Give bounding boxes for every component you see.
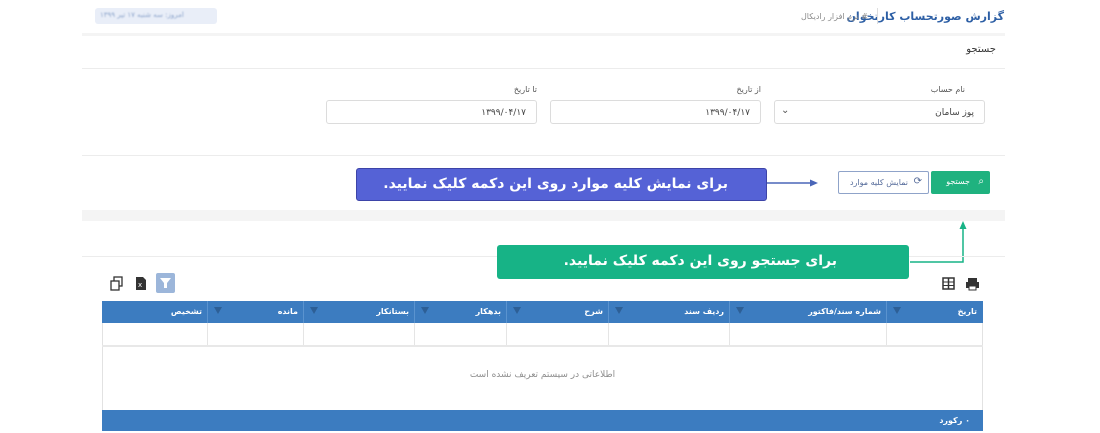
column-header[interactable]: بدهکار [414, 301, 507, 323]
copy-icon[interactable] [108, 275, 125, 292]
column-header-label: شرح [584, 307, 603, 316]
column-header[interactable]: تشخیص [102, 301, 208, 323]
column-divider [303, 323, 304, 345]
column-divider [414, 323, 415, 345]
sort-icon [893, 307, 901, 314]
columns-icon[interactable] [940, 275, 957, 292]
excel-icon[interactable]: x [132, 275, 149, 292]
column-header-label: مانده [277, 307, 298, 316]
sort-icon [513, 307, 521, 314]
search-tooltip: برای جستجو روی این دکمه کلیک نمایید. [497, 245, 909, 279]
sort-icon [736, 307, 744, 314]
column-divider [886, 323, 887, 345]
grid-body [102, 323, 983, 410]
filter-row-divider [102, 345, 983, 347]
column-header[interactable]: بستانکار [303, 301, 415, 323]
print-icon[interactable] [964, 275, 981, 292]
column-header[interactable]: شرح [506, 301, 609, 323]
column-divider [506, 323, 507, 345]
column-header-label: ردیف سند [684, 307, 724, 316]
section-band [82, 210, 1005, 221]
column-header[interactable]: مانده [207, 301, 304, 323]
column-header-label: تاریخ [957, 307, 977, 316]
sort-icon [214, 307, 222, 314]
column-header[interactable]: شماره سند/فاکتور [729, 301, 887, 323]
svg-text:x: x [138, 281, 142, 289]
column-header[interactable]: ردیف سند [608, 301, 730, 323]
sort-icon [421, 307, 429, 314]
column-header-label: بستانکار [376, 307, 409, 316]
filter-icon[interactable] [156, 273, 175, 293]
grid-header: تاریخ شماره سند/فاکتور ردیف سند شرح بدهک… [102, 301, 983, 323]
sort-icon [615, 307, 623, 314]
column-header-label: تشخیص [170, 307, 202, 316]
grid-empty-message: اطلاعاتی در سیستم تعریف نشده است [469, 370, 616, 380]
column-divider [207, 323, 208, 345]
search-tooltip-text: برای جستجو روی این دکمه کلیک نمایید. [563, 253, 837, 269]
sort-icon [310, 307, 318, 314]
record-count: ۰ رکورد [939, 416, 970, 425]
column-header-label: بدهکار [475, 307, 501, 316]
column-header[interactable]: تاریخ [886, 301, 983, 323]
grid-footer [102, 410, 983, 431]
column-header-label: شماره سند/فاکتور [808, 307, 881, 316]
column-divider [608, 323, 609, 345]
column-divider [729, 323, 730, 345]
